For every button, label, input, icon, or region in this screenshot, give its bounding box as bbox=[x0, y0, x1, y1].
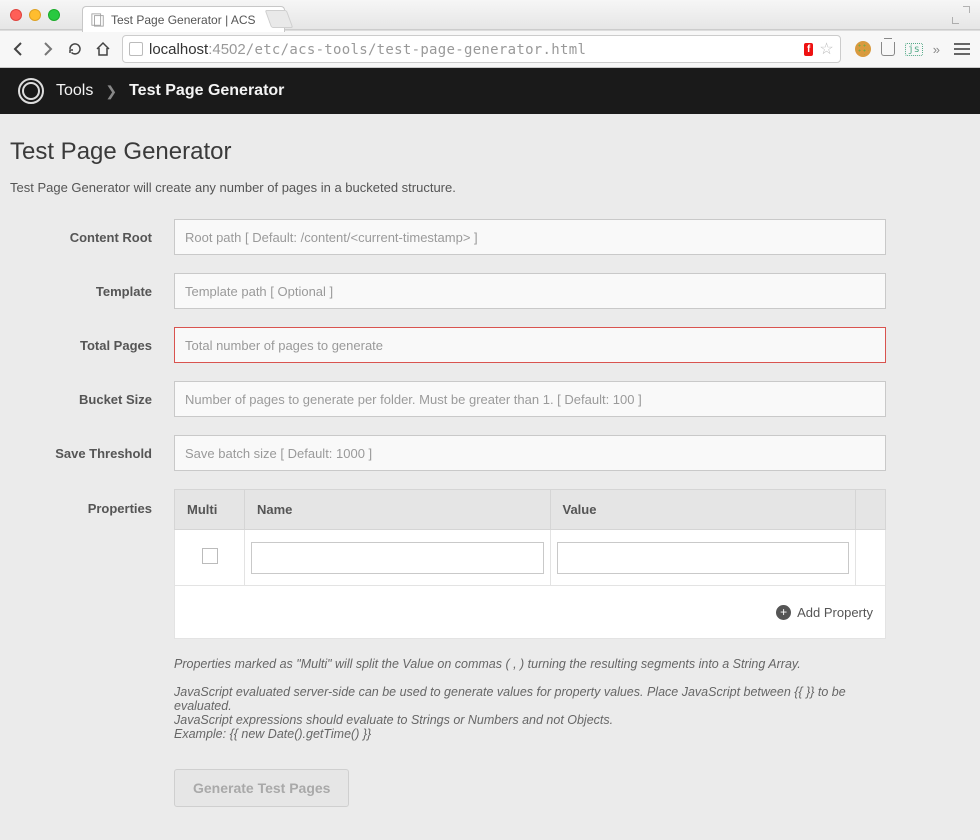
hint-multi: Properties marked as "Multi" will split … bbox=[174, 657, 886, 671]
extension-icons: js » bbox=[855, 41, 970, 57]
add-property-button[interactable]: + Add Property bbox=[776, 605, 873, 620]
url-text: localhost:4502/etc/acs-tools/test-page-g… bbox=[149, 41, 798, 58]
traffic-lights bbox=[0, 9, 60, 21]
browser-toolbar: localhost:4502/etc/acs-tools/test-page-g… bbox=[0, 30, 980, 68]
hint-js-line1: JavaScript evaluated server-side can be … bbox=[174, 685, 886, 713]
page-icon bbox=[129, 42, 143, 56]
page-description: Test Page Generator will create any numb… bbox=[10, 180, 970, 195]
address-bar[interactable]: localhost:4502/etc/acs-tools/test-page-g… bbox=[122, 35, 841, 63]
plus-icon: + bbox=[776, 605, 791, 620]
tab-title: Test Page Generator | ACS bbox=[111, 13, 256, 27]
reload-button[interactable] bbox=[66, 40, 84, 58]
template-input[interactable] bbox=[174, 273, 886, 309]
more-extensions-icon[interactable]: » bbox=[933, 42, 940, 57]
property-name-input[interactable] bbox=[251, 542, 544, 574]
add-property-label: Add Property bbox=[797, 605, 873, 620]
generate-button[interactable]: Generate Test Pages bbox=[174, 769, 349, 807]
bucket-size-input[interactable] bbox=[174, 381, 886, 417]
page-content: Test Page Generator Test Page Generator … bbox=[0, 114, 980, 840]
close-window-button[interactable] bbox=[10, 9, 22, 21]
bookmark-star-icon[interactable]: ☆ bbox=[819, 39, 833, 59]
hint-js: JavaScript evaluated server-side can be … bbox=[174, 685, 886, 741]
col-value: Value bbox=[550, 490, 856, 530]
properties-label: Properties bbox=[10, 489, 174, 516]
content-root-label: Content Root bbox=[10, 230, 174, 245]
tab-favicon-icon bbox=[91, 13, 105, 27]
maximize-window-button[interactable] bbox=[48, 9, 60, 21]
property-row bbox=[175, 530, 886, 586]
property-value-input[interactable] bbox=[557, 542, 850, 574]
fullscreen-icon[interactable] bbox=[952, 6, 970, 24]
page-title: Test Page Generator bbox=[10, 138, 970, 166]
col-multi: Multi bbox=[175, 490, 245, 530]
save-threshold-input[interactable] bbox=[174, 435, 886, 471]
total-pages-label: Total Pages bbox=[10, 338, 174, 353]
bucket-size-label: Bucket Size bbox=[10, 392, 174, 407]
back-button[interactable] bbox=[10, 40, 28, 58]
total-pages-input[interactable] bbox=[174, 327, 886, 363]
url-host: localhost bbox=[149, 41, 208, 58]
js-extension-icon[interactable]: js bbox=[905, 43, 923, 56]
cup-extension-icon[interactable] bbox=[881, 42, 895, 56]
template-label: Template bbox=[10, 284, 174, 299]
url-port: :4502 bbox=[208, 41, 246, 58]
url-path: /etc/acs-tools/test-page-generator.html bbox=[246, 42, 586, 58]
cookie-extension-icon[interactable] bbox=[855, 41, 871, 57]
save-threshold-label: Save Threshold bbox=[10, 446, 174, 461]
col-name: Name bbox=[245, 490, 551, 530]
properties-table: Multi Name Value bbox=[174, 489, 886, 639]
breadcrumb-root[interactable]: Tools bbox=[56, 82, 93, 100]
flash-extension-icon[interactable]: f bbox=[804, 43, 813, 56]
browser-menu-button[interactable] bbox=[954, 43, 970, 55]
minimize-window-button[interactable] bbox=[29, 9, 41, 21]
breadcrumb-current: Test Page Generator bbox=[129, 82, 284, 100]
hint-js-line2: JavaScript expressions should evaluate t… bbox=[174, 713, 886, 727]
multi-checkbox[interactable] bbox=[202, 548, 218, 564]
app-header: Tools ❯ Test Page Generator bbox=[0, 68, 980, 114]
browser-tab[interactable]: Test Page Generator | ACS × bbox=[82, 6, 285, 32]
home-button[interactable] bbox=[94, 40, 112, 58]
chevron-right-icon: ❯ bbox=[105, 83, 117, 100]
hint-js-line3: Example: {{ new Date().getTime() }} bbox=[174, 727, 886, 741]
col-action bbox=[856, 490, 886, 530]
app-logo-icon[interactable] bbox=[18, 78, 44, 104]
forward-button[interactable] bbox=[38, 40, 56, 58]
content-root-input[interactable] bbox=[174, 219, 886, 255]
